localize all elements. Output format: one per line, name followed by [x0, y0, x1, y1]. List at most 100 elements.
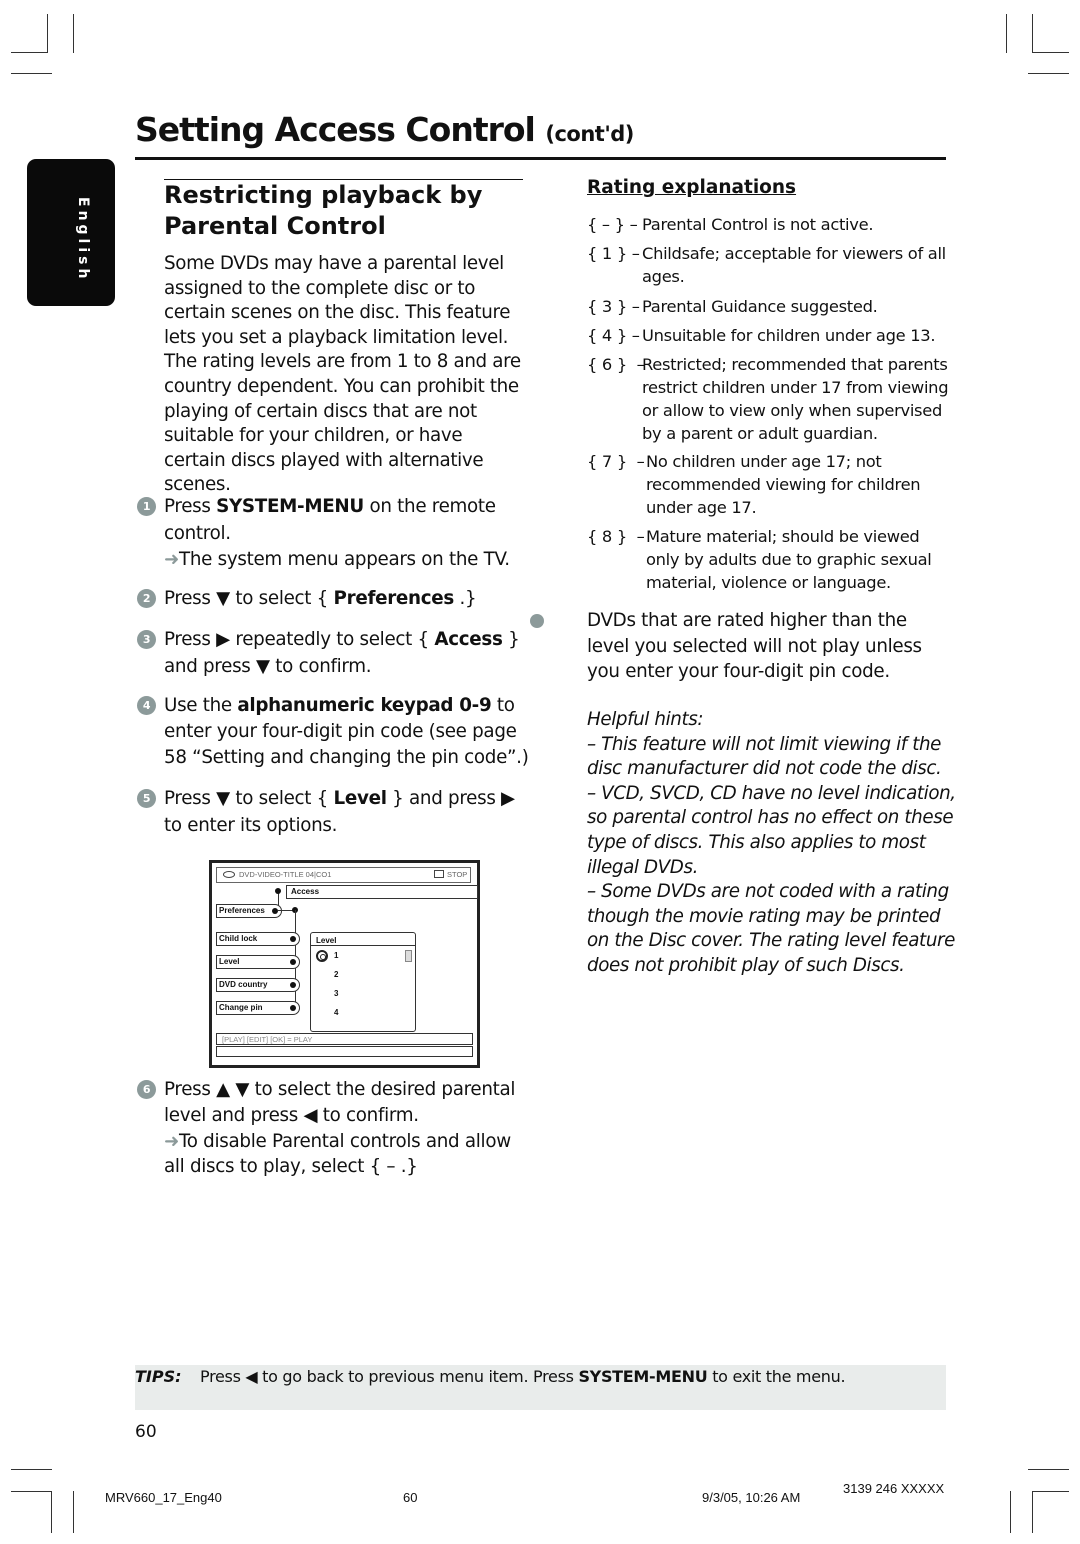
rating-code: { 7 } –	[587, 452, 645, 471]
osd-item-preferences: Preferences	[216, 904, 282, 918]
step-text: Press ▲ ▼ to select the desired parental…	[164, 1079, 516, 1126]
osd-level-option: 3	[334, 989, 339, 998]
rating-desc: Unsuitable for children under age 13.	[642, 326, 936, 345]
hint-item: – VCD, SVCD, CD have no level indication…	[587, 782, 956, 878]
section-title: Restricting playback by Parental Control	[164, 180, 544, 242]
step-2: 2 Press ▼ to select { Preferences .}	[137, 586, 534, 613]
intro-paragraph: Some DVDs may have a parental level assi…	[164, 253, 521, 496]
arrow-right-icon: ➜	[164, 1131, 180, 1152]
step-number-badge: 2	[137, 589, 156, 608]
language-tab: English	[27, 159, 115, 306]
section-title-line1: Restricting playback by	[164, 181, 483, 209]
language-tab-label: English	[75, 197, 91, 283]
rating-code: { 1 } –	[587, 244, 640, 263]
footer-file: MRV660_17_Eng40	[105, 1490, 222, 1505]
rating-item: { 4 } – Unsuitable for children under ag…	[587, 324, 952, 347]
osd-node	[290, 1005, 296, 1011]
navigation-wheel-icon	[316, 950, 328, 962]
osd-item-level: Level	[216, 955, 300, 969]
crop-mark	[1006, 14, 1007, 53]
osd-node	[275, 888, 281, 894]
page-title-main: Setting Access Control	[135, 110, 536, 149]
dvd-menu-screenshot: DVD-VIDEO-TITLE 04|CO1 STOP Access Prefe…	[209, 860, 480, 1068]
crop-mark	[1032, 14, 1033, 53]
page-number: 60	[135, 1422, 157, 1442]
rating-desc: Restricted; recommended that parents res…	[642, 355, 949, 443]
step-number-badge: 1	[137, 497, 156, 516]
rating-desc: Parental Guidance suggested.	[642, 297, 878, 316]
osd-item-label: DVD country	[219, 980, 268, 989]
osd-level-option: 2	[334, 970, 339, 979]
rating-desc: Childsafe; acceptable for viewers of all…	[642, 244, 946, 286]
hint-item: – This feature will not limit viewing if…	[587, 733, 942, 780]
osd-submenu-title: Level	[311, 933, 415, 946]
result-text: The system menu appears on the TV.	[179, 549, 510, 570]
crop-mark	[11, 1491, 51, 1492]
step-key: SYSTEM-MENU	[216, 496, 364, 517]
crop-mark	[73, 1491, 74, 1533]
disc-icon	[223, 871, 235, 878]
crop-mark	[1032, 1491, 1069, 1492]
crop-mark	[11, 73, 52, 74]
step-1: 1 Press SYSTEM-MENU on the remote contro…	[137, 494, 534, 572]
step-key: Access	[434, 629, 503, 650]
step-number-badge: 6	[137, 1080, 156, 1099]
osd-help-bar: [PLAY] [EDIT] [OK] = PLAY	[216, 1033, 473, 1045]
footer-page: 60	[403, 1490, 418, 1505]
osd-info-bar	[216, 1046, 473, 1057]
crop-mark	[47, 14, 48, 53]
tips-text: Press ◀ to go back to previous menu item…	[200, 1367, 846, 1386]
rating-code: { – } –	[587, 215, 638, 234]
tips-text-post: to exit the menu.	[707, 1367, 846, 1386]
note-bullet-icon	[530, 614, 544, 628]
step-key: Preferences	[333, 588, 455, 609]
osd-item-label: Change pin	[219, 1003, 263, 1012]
crop-mark	[11, 1469, 52, 1470]
arrow-right-icon: ➜	[164, 549, 180, 570]
osd-node	[290, 982, 296, 988]
crop-mark	[1010, 1491, 1011, 1533]
osd-item-dvd-country: DVD country	[216, 978, 300, 992]
rating-item: { 6 } – Restricted; recommended that par…	[587, 353, 952, 445]
rating-item: { 3 } – Parental Guidance suggested.	[587, 295, 952, 318]
footer-code: 3139 246 XXXXX	[843, 1481, 945, 1496]
step-number-badge: 5	[137, 789, 156, 808]
crop-mark	[51, 1491, 52, 1533]
osd-node	[272, 908, 278, 914]
osd-title: DVD-VIDEO-TITLE 04|CO1	[239, 870, 332, 879]
title-divider	[135, 157, 946, 160]
stop-icon	[434, 870, 444, 878]
step-5: 5 Press ▼ to select { Level } and press …	[137, 786, 534, 839]
step-3: 3 Press ▶ repeatedly to select { Access …	[137, 627, 534, 680]
page-title: Setting Access Control (cont'd)	[135, 110, 634, 149]
crop-mark	[1028, 73, 1069, 74]
crop-mark	[1032, 1491, 1033, 1533]
hint-item: – Some DVDs are not coded with a rating …	[587, 881, 955, 976]
osd-item-label: Child lock	[219, 934, 258, 943]
step-key: alphanumeric keypad 0-9	[237, 695, 492, 716]
footer-datetime: 9/3/05, 10:26 AM	[702, 1490, 801, 1505]
rating-desc: Mature material; should be viewed only b…	[646, 527, 932, 592]
step-text: Press	[164, 496, 217, 517]
rating-item: { 1 } – Childsafe; acceptable for viewer…	[587, 242, 952, 288]
step-text: Press ▶ repeatedly to select {	[164, 629, 435, 650]
osd-item-label: Preferences	[219, 906, 265, 915]
step-result: ➜To disable Parental controls and allow …	[164, 1129, 534, 1179]
osd-node	[290, 936, 296, 942]
step-text: .}	[453, 588, 477, 609]
scrollbar-thumb	[405, 950, 412, 962]
osd-item-label: Level	[219, 957, 240, 966]
step-result: ➜The system menu appears on the TV.	[164, 547, 534, 572]
tips-box: TIPS: Press ◀ to go back to previous men…	[135, 1365, 946, 1410]
osd-item-change-pin: Change pin	[216, 1001, 300, 1015]
section-title-line2: Parental Control	[164, 212, 386, 240]
step-6: 6 Press ▲ ▼ to select the desired parent…	[137, 1077, 534, 1179]
helpful-hints: Helpful hints: – This feature will not l…	[587, 708, 957, 979]
rating-code: { 3 } –	[587, 297, 640, 316]
osd-level-submenu: Level 1 2 3 4	[310, 932, 416, 1032]
step-text: Press ▼ to select {	[164, 788, 334, 809]
crop-mark	[73, 14, 74, 53]
tips-label: TIPS:	[135, 1367, 182, 1386]
step-text: Press ▼ to select {	[164, 588, 334, 609]
rating-item: { 8 } – Mature material; should be viewe…	[587, 525, 952, 594]
